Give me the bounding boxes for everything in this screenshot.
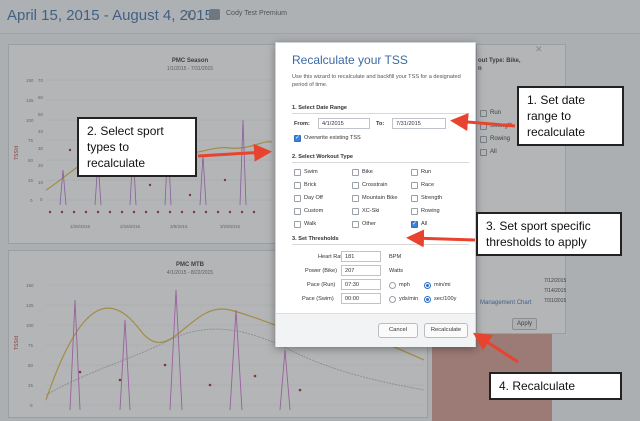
arrow-1 [450, 113, 516, 131]
arrow-3 [406, 229, 476, 248]
arrow-4 [472, 332, 519, 364]
callout-select-sport-types: 2. Select sport types to recalculate [77, 117, 197, 177]
callout-set-date-range: 1. Set date range to recalculate [517, 86, 624, 146]
callout-set-thresholds: 3. Set sport specific thresholds to appl… [476, 212, 622, 256]
callout-recalculate: 4. Recalculate [489, 372, 622, 400]
annotation-arrows [197, 113, 519, 364]
arrow-2 [197, 143, 272, 162]
